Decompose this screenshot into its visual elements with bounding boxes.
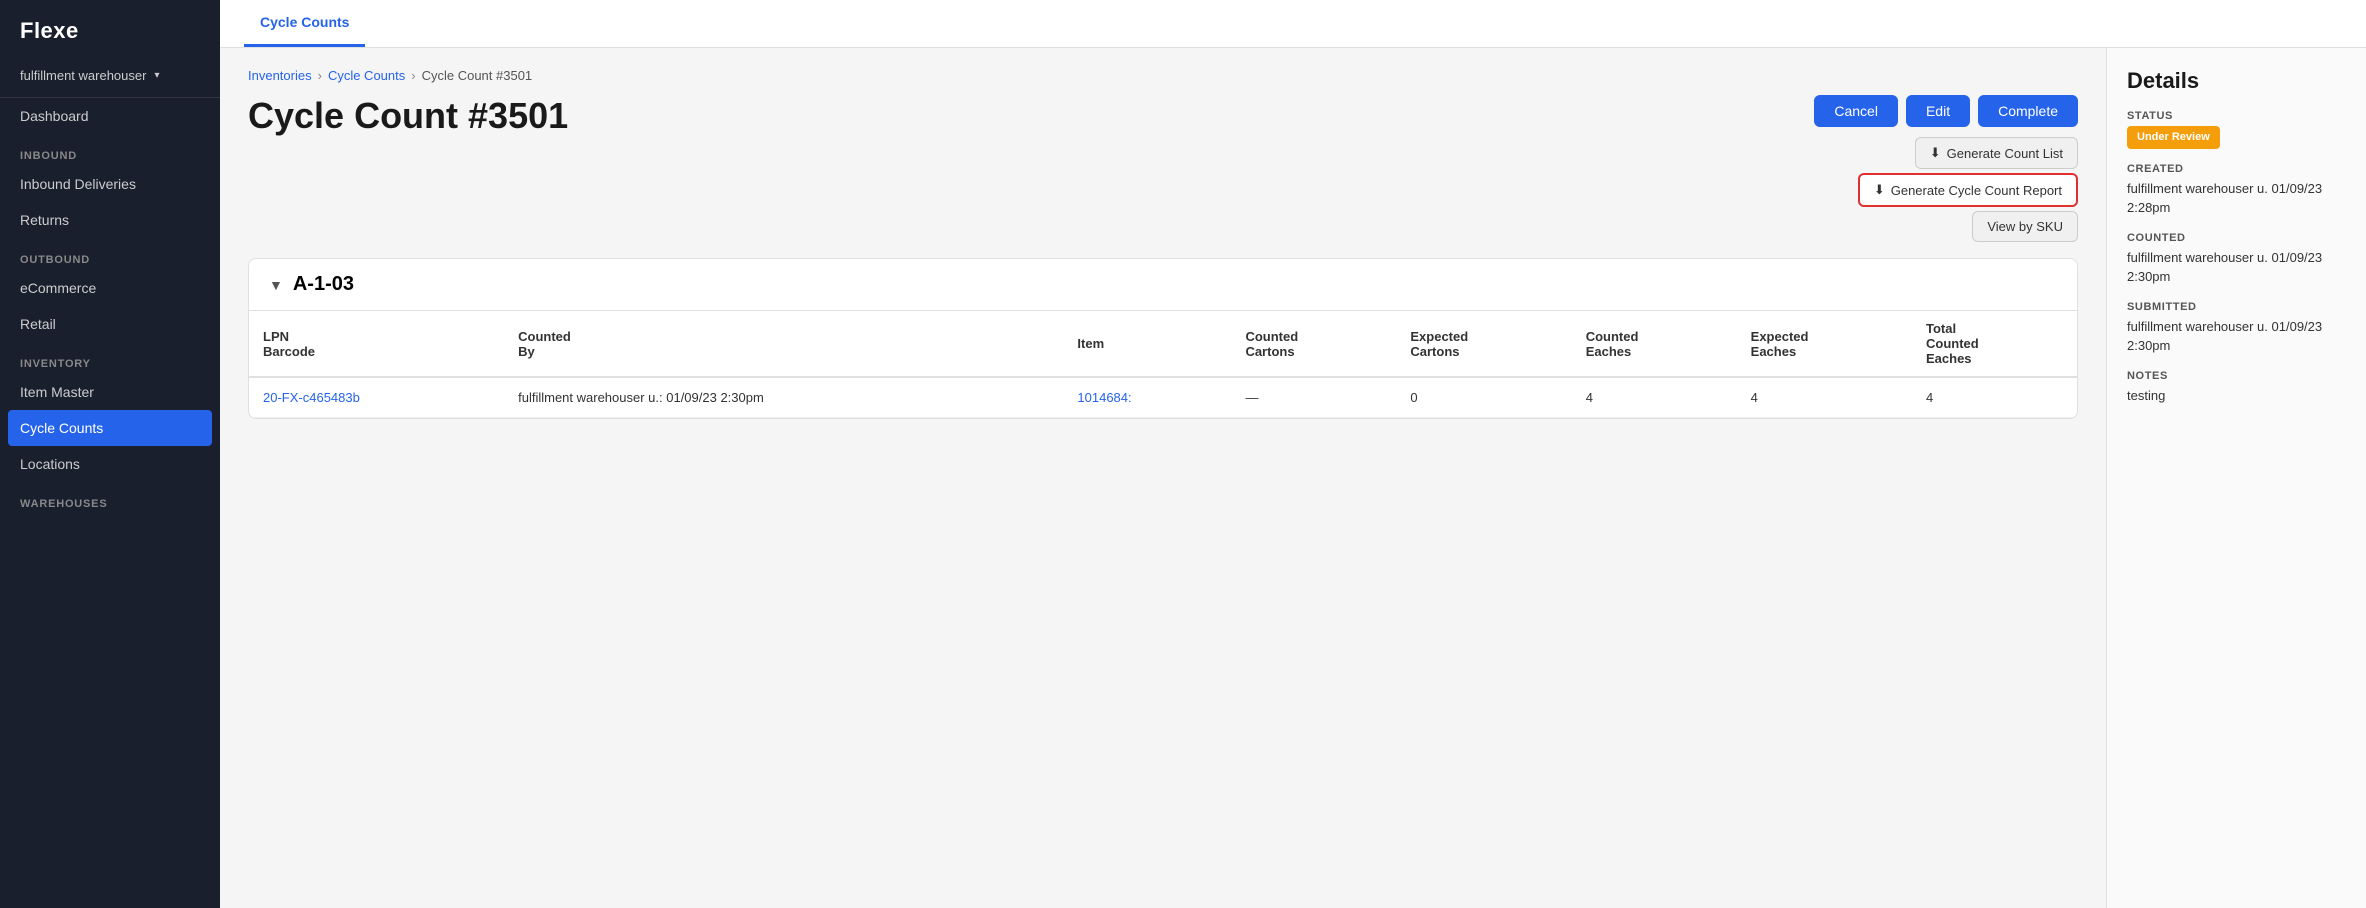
cancel-button[interactable]: Cancel [1814,95,1898,127]
col-item: Item [1063,311,1231,377]
generate-count-list-button[interactable]: ⬇ Generate Count List [1915,137,2078,169]
item-link[interactable]: 1014684: [1077,390,1131,405]
cell-counted-eaches: 4 [1572,377,1737,418]
counted-value: fulfillment warehouser u. 01/09/23 2:30p… [2127,248,2346,287]
sidebar-item-inbound-deliveries[interactable]: Inbound Deliveries [0,166,220,202]
table-row: 20-FX-c465483b fulfillment warehouser u.… [249,377,2077,418]
top-tabs-bar: Cycle Counts [220,0,2366,48]
sidebar-item-ecommerce[interactable]: eCommerce [0,270,220,306]
section-header: ▼ A-1-03 [249,259,2077,311]
chevron-down-icon[interactable]: ▼ [269,277,283,293]
sidebar-item-item-master[interactable]: Item Master [0,374,220,410]
sidebar-item-locations[interactable]: Locations [0,446,220,482]
header-actions: Cancel Edit Complete ⬇ Generate Count Li… [1814,95,2078,242]
sidebar-section-inventory: INVENTORY [0,342,220,374]
download-icon-count-list: ⬇ [1930,145,1941,161]
cell-item: 1014684: [1063,377,1231,418]
cell-expected-cartons: 0 [1396,377,1571,418]
col-expected-eaches: ExpectedEaches [1737,311,1912,377]
col-counted-by: CountedBy [504,311,1063,377]
view-by-sku-button[interactable]: View by SKU [1972,211,2078,242]
submitted-value: fulfillment warehouser u. 01/09/23 2:30p… [2127,317,2346,356]
col-total-counted-eaches: TotalCountedEaches [1912,311,2077,377]
col-lpn-barcode: LPNBarcode [249,311,504,377]
cell-total-counted-eaches: 4 [1912,377,2077,418]
page-title: Cycle Count #3501 [248,95,568,137]
edit-button[interactable]: Edit [1906,95,1970,127]
sidebar-item-retail[interactable]: Retail [0,306,220,342]
col-counted-eaches: CountedEaches [1572,311,1737,377]
tab-cycle-counts[interactable]: Cycle Counts [244,0,365,47]
status-label: STATUS [2127,110,2346,122]
sidebar-section-outbound: OUTBOUND [0,238,220,270]
section-card-a-1-03: ▼ A-1-03 LPNBarcode CountedBy Item Count… [248,258,2078,419]
counted-label: COUNTED [2127,232,2346,244]
complete-button[interactable]: Complete [1978,95,2078,127]
details-title: Details [2127,68,2346,94]
created-label: CREATED [2127,163,2346,175]
created-value: fulfillment warehouser u. 01/09/23 2:28p… [2127,179,2346,218]
cell-counted-cartons: — [1231,377,1396,418]
page-area: Inventories › Cycle Counts › Cycle Count… [220,48,2366,908]
page-header: Cycle Count #3501 Cancel Edit Complete ⬇… [248,95,2078,242]
breadcrumb-sep-1: › [318,68,322,83]
app-logo: Flexe [0,0,220,60]
breadcrumb-sep-2: › [411,68,415,83]
sidebar-item-cycle-counts[interactable]: Cycle Counts [8,410,212,446]
cell-expected-eaches: 4 [1737,377,1912,418]
chevron-down-icon: ▾ [154,70,159,81]
section-name: A-1-03 [293,273,354,296]
col-expected-cartons: ExpectedCartons [1396,311,1571,377]
breadcrumb-cycle-counts[interactable]: Cycle Counts [328,68,405,83]
breadcrumb: Inventories › Cycle Counts › Cycle Count… [248,68,2078,83]
breadcrumb-current: Cycle Count #3501 [422,68,533,83]
table-wrap: LPNBarcode CountedBy Item CountedCartons… [249,311,2077,418]
content-panel: Inventories › Cycle Counts › Cycle Count… [220,48,2106,908]
breadcrumb-inventories[interactable]: Inventories [248,68,312,83]
download-icon-cycle-report: ⬇ [1874,182,1885,198]
status-value: Under Review [2127,126,2346,149]
sidebar-item-dashboard[interactable]: Dashboard [0,98,220,134]
sidebar-item-returns[interactable]: Returns [0,202,220,238]
cycle-count-table: LPNBarcode CountedBy Item CountedCartons… [249,311,2077,418]
details-panel: Details STATUS Under Review CREATED fulf… [2106,48,2366,908]
username-label: fulfillment warehouser [20,68,146,83]
dropdown-group: ⬇ Generate Count List ⬇ Generate Cycle C… [1858,137,2078,242]
notes-value: testing [2127,386,2346,406]
user-menu[interactable]: fulfillment warehouser ▾ [0,60,220,98]
cell-counted-by: fulfillment warehouser u.: 01/09/23 2:30… [504,377,1063,418]
sidebar-section-warehouses: WAREHOUSES [0,482,220,514]
top-action-row: Cancel Edit Complete [1814,95,2078,127]
cell-lpn-barcode: 20-FX-c465483b [249,377,504,418]
table-header-row: LPNBarcode CountedBy Item CountedCartons… [249,311,2077,377]
generate-cycle-count-report-button[interactable]: ⬇ Generate Cycle Count Report [1858,173,2078,207]
notes-label: NOTES [2127,370,2346,382]
table-head: LPNBarcode CountedBy Item CountedCartons… [249,311,2077,377]
sidebar-section-inbound: INBOUND [0,134,220,166]
table-body: 20-FX-c465483b fulfillment warehouser u.… [249,377,2077,418]
status-badge: Under Review [2127,126,2220,149]
lpn-barcode-link[interactable]: 20-FX-c465483b [263,390,360,405]
main-content: Cycle Counts Inventories › Cycle Counts … [220,0,2366,908]
submitted-label: SUBMITTED [2127,301,2346,313]
sidebar: Flexe fulfillment warehouser ▾ Dashboard… [0,0,220,908]
col-counted-cartons: CountedCartons [1231,311,1396,377]
